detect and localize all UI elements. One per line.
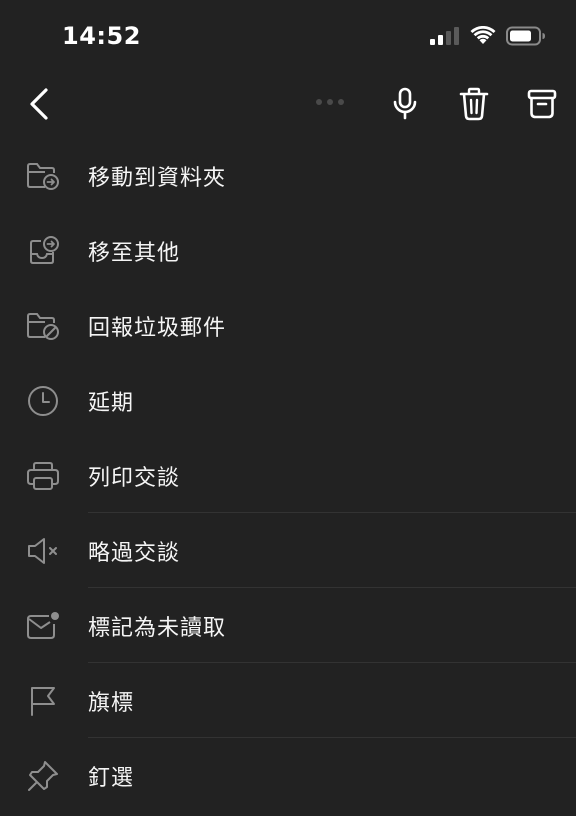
menu-item-label: 移動到資料夾	[88, 165, 227, 191]
delete-button[interactable]	[454, 84, 494, 124]
battery-icon	[506, 26, 546, 50]
folder-move-icon	[24, 157, 62, 195]
menu-item-label: 釘選	[88, 765, 135, 791]
menu-item-label: 移至其他	[88, 240, 181, 266]
chevron-left-icon	[30, 88, 48, 120]
status-time: 14:52	[62, 22, 141, 50]
menu-item-flag[interactable]: 旗標	[0, 663, 576, 738]
menu-item-label: 列印交談	[88, 465, 181, 491]
menu-item-label: 略過交談	[88, 540, 181, 566]
pin-icon	[24, 757, 62, 795]
inbox-move-icon	[24, 232, 62, 270]
menu-item-print-conversation[interactable]: 列印交談	[0, 438, 576, 513]
drag-handle[interactable]	[316, 99, 344, 105]
action-menu: 移動到資料夾 移至其他 回報垃圾郵件 延期 列印交談 略過交談 標記為未讀取 旗…	[0, 138, 576, 813]
menu-item-report-spam[interactable]: 回報垃圾郵件	[0, 288, 576, 363]
signal-icon	[430, 26, 460, 50]
archive-button[interactable]	[522, 84, 562, 124]
toolbar	[0, 72, 576, 138]
trash-icon	[459, 87, 489, 121]
back-button[interactable]	[22, 84, 56, 124]
wifi-icon	[470, 25, 496, 50]
menu-item-move-to-folder[interactable]: 移動到資料夾	[0, 138, 576, 213]
microphone-button[interactable]	[385, 84, 425, 124]
status-icons	[430, 25, 546, 50]
mail-unread-icon	[24, 607, 62, 645]
status-bar: 14:52	[0, 0, 576, 72]
clock-icon	[24, 382, 62, 420]
printer-icon	[24, 457, 62, 495]
flag-icon	[24, 682, 62, 720]
speaker-mute-icon	[24, 532, 62, 570]
menu-item-snooze[interactable]: 延期	[0, 363, 576, 438]
menu-item-move-to-other[interactable]: 移至其他	[0, 213, 576, 288]
archive-icon	[527, 89, 557, 119]
menu-item-ignore-conversation[interactable]: 略過交談	[0, 513, 576, 588]
microphone-icon	[393, 87, 417, 120]
menu-item-label: 延期	[88, 390, 135, 416]
menu-item-label: 回報垃圾郵件	[88, 315, 227, 341]
menu-item-label: 旗標	[88, 690, 135, 716]
folder-block-icon	[24, 307, 62, 345]
menu-item-mark-unread[interactable]: 標記為未讀取	[0, 588, 576, 663]
menu-item-pin[interactable]: 釘選	[0, 738, 576, 813]
menu-item-label: 標記為未讀取	[88, 615, 227, 641]
